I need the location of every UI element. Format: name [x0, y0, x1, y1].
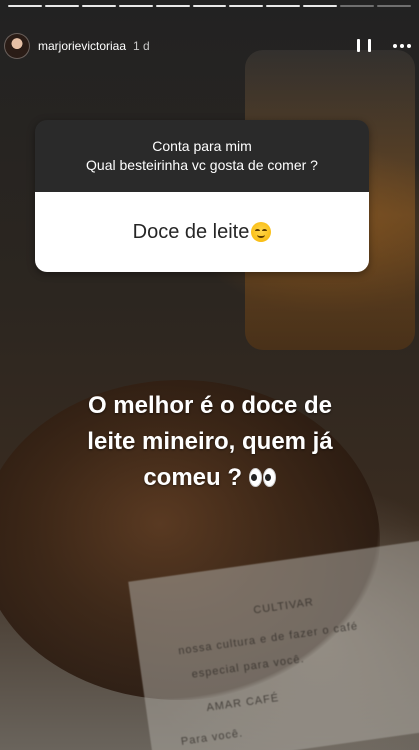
progress-segment [8, 5, 42, 7]
progress-segment [192, 5, 227, 7]
paper-text: Para você. [180, 727, 244, 748]
pause-icon[interactable] [357, 39, 371, 53]
progress-segment [155, 5, 190, 7]
story-caption: O melhor é o doce de leite mineiro, quem… [40, 388, 380, 498]
question-line-2: Qual besteirinha vc gosta de comer ? [86, 157, 318, 173]
progress-segment [81, 5, 116, 7]
eyes-emoji-icon [248, 462, 277, 498]
username[interactable]: marjorievictoriaa [38, 39, 126, 53]
question-line-1: Conta para mim [152, 138, 252, 154]
answer-text: Doce de leite [132, 220, 250, 243]
paper-text: especial para você. [190, 653, 306, 681]
caption-line-1: O melhor é o doce de [87, 392, 333, 419]
avatar[interactable] [4, 33, 30, 59]
post-time: 1 d [133, 39, 150, 53]
progress-segment [377, 5, 411, 7]
more-options-icon[interactable] [393, 44, 411, 48]
question-prompt: Conta para mim Qual besteirinha vc gosta… [35, 120, 369, 192]
paper-text: AMAR CAFÉ [205, 691, 280, 715]
question-sticker: Conta para mim Qual besteirinha vc gosta… [35, 120, 369, 272]
story-viewer[interactable]: CULTIVAR nossa cultura e de fazer o café… [0, 0, 419, 750]
question-answer: Doce de leite [35, 192, 369, 272]
paper-text: CULTIVAR [252, 596, 315, 617]
story-header: marjorievictoriaa 1 d [4, 30, 411, 62]
relieved-face-emoji-icon [251, 222, 272, 242]
progress-segment [266, 5, 301, 7]
progress-segment [44, 5, 79, 7]
paper-text: nossa cultura e de fazer o café [177, 620, 359, 658]
progress-segment [303, 5, 338, 7]
progress-segment [340, 5, 375, 7]
caption-line-3: comeu ? [143, 464, 242, 491]
caption-line-2: leite mineiro, quem já [87, 428, 333, 455]
story-progress-bar [8, 5, 411, 7]
progress-segment [229, 5, 264, 7]
progress-segment [118, 5, 153, 7]
